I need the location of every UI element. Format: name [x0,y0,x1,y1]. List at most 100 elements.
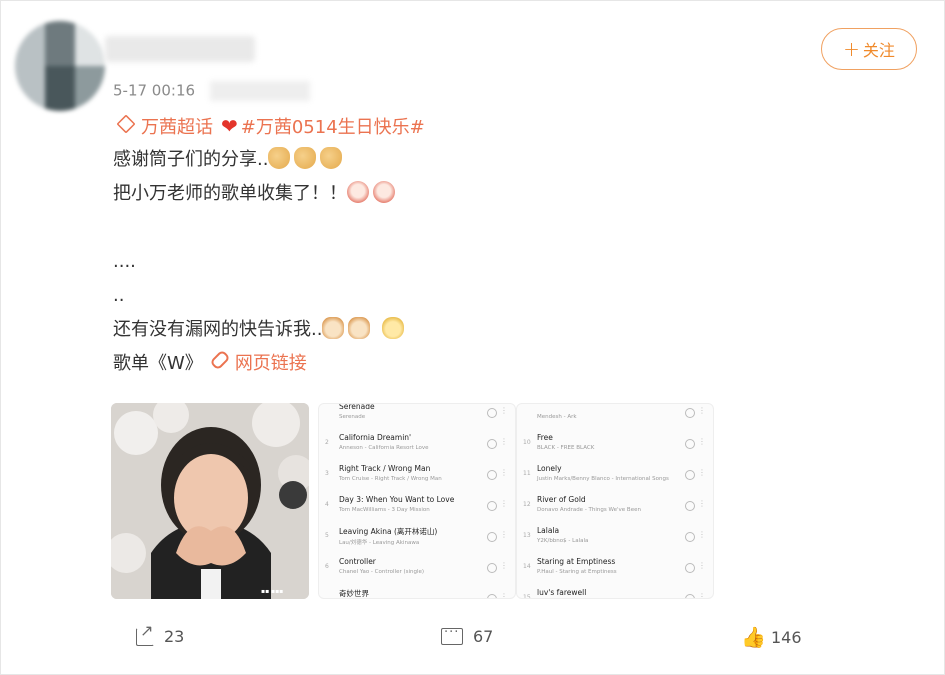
web-link[interactable]: 网页链接 [235,353,307,374]
username-blurred[interactable] [105,36,255,62]
play-icon [685,563,695,573]
text-line-5-text: 还有没有漏网的快告诉我.. [113,319,323,340]
thumbs-up-icon: 👍 [741,625,766,649]
clap-emoji-icon [294,147,317,169]
follow-label: 关注 [862,41,895,60]
cat-emoji-icon [348,317,371,339]
playlist-row: 13 Lalala Y2K/bbno$ - Lalala ⋮ [517,524,713,554]
song-number: 6 [325,563,329,570]
post-timestamp[interactable]: 5-17 00:16 [113,82,195,100]
repost-button[interactable]: 23 [136,621,184,646]
more-icon: ⋮ [500,406,508,415]
song-title: Lonely [537,464,562,473]
like-count: 146 [771,627,802,647]
topic-line: 万茜超话 ❤ #万茜0514生日快乐# [113,109,893,143]
photo-thumbnail[interactable]: ▪▪ ▪▪▪ [111,403,309,599]
song-number: 15 [523,594,531,599]
play-icon [685,408,695,418]
text-line-2-text: 把小万老师的歌单收集了！！ [113,183,347,204]
blush-emoji-icon [373,181,395,203]
song-artist: Mendesh - Ark [537,414,577,420]
song-title: Controller [339,557,376,566]
text-line-1: 感谢筒子们的分享.. [113,143,893,177]
text-line-6: 歌单《W》 网页链接 [113,347,893,381]
song-number: 3 [325,470,329,477]
supertopic-link[interactable]: 万茜超话 [141,117,213,138]
blush-emoji-icon [347,181,369,203]
playlist-row: 2 California Dreamin' Anneson - California… [319,431,515,461]
play-icon [487,408,497,418]
follow-button[interactable]: + 关注 [821,28,917,70]
playlist-row: Serenade Serenade ⋮ [319,403,515,430]
heart-icon: ❤ [221,114,238,138]
avatar[interactable] [15,21,105,111]
song-title: Staring at Emptiness [537,557,616,566]
hashtag-link[interactable]: #万茜0514生日快乐# [241,117,425,138]
song-artist: Tom Cruise - Right Track / Wrong Man [339,476,442,482]
more-icon: ⋮ [698,406,706,415]
song-artist: Tom MacWilliams - 3 Day Mission [339,507,430,513]
song-title: Day 3: When You Want to Love [339,495,455,504]
song-number: 10 [523,439,531,446]
cat-emoji-icon [322,317,345,339]
more-icon: ⋮ [698,499,706,508]
song-number: 12 [523,501,531,508]
song-title: Free [537,433,553,442]
supertopic-icon [116,114,136,134]
playlist-row: 15 luv's farewell ⋮ [517,586,713,599]
play-icon [487,594,497,598]
action-bar: 23 67 👍 146 [1,621,945,657]
song-number: 13 [523,532,531,539]
weibo-post-card: 5-17 00:16 + 关注 万茜超话 ❤ #万茜0514生日快乐# 感谢筒子们的… [0,0,945,675]
play-icon [487,470,497,480]
text-line-1-text: 感谢筒子们的分享.. [113,149,269,170]
song-number: 4 [325,501,329,508]
playlist-row: 3 Right Track / Wrong Man Tom Cruise - Rig… [319,462,515,492]
more-icon: ⋮ [698,437,706,446]
like-button[interactable]: 👍 146 [741,627,802,647]
playlist-row: 5 Leaving Akina (离开林诺山) Lau/刘德华 - Leaving … [319,524,515,554]
dog-emoji-icon [382,317,405,339]
play-icon [685,501,695,511]
song-title: Right Track / Wrong Man [339,464,431,473]
text-line-2: 把小万老师的歌单收集了！！ [113,177,893,211]
playlist-row: 10 Free BLACK - FREE BLACK ⋮ [517,431,713,461]
song-title: Serenade [339,403,375,411]
text-line-5: 还有没有漏网的快告诉我.. [113,313,893,347]
more-icon: ⋮ [500,592,508,599]
post-meta: 5-17 00:16 [113,81,310,101]
song-title: Leaving Akina (离开林诺山) [339,527,438,536]
more-icon: ⋮ [698,530,706,539]
song-title: luv's farewell [537,588,587,597]
play-icon [685,532,695,542]
more-icon: ⋮ [698,468,706,477]
play-icon [487,532,497,542]
text-line-3: .... [113,251,136,272]
heart-hands-photo: ▪▪ ▪▪▪ [111,403,309,599]
comment-button[interactable]: 67 [441,625,493,646]
comment-icon [441,625,463,645]
playlist-row: 12 River of Gold Donavo Andrade - Things W… [517,493,713,523]
song-number: 5 [325,532,329,539]
repost-icon [136,621,154,646]
text-line-4: .. [113,285,125,306]
song-title: Lalala [537,526,560,535]
post-content: 万茜超话 ❤ #万茜0514生日快乐# 感谢筒子们的分享.. 把小万老师的歌单收集了… [113,109,893,381]
playlist-screenshot-1[interactable]: Serenade Serenade ⋮ 2 California Dreamin' Ann… [318,403,516,599]
song-artist: Lau/刘德华 - Leaving Akinawa [339,540,420,546]
song-title: 奇妙世界 [339,589,369,598]
playlist-row: 4 Day 3: When You Want to Love Tom MacWill… [319,493,515,523]
svg-text:▪▪ ▪▪▪: ▪▪ ▪▪▪ [261,588,283,595]
playlist-screenshot-2[interactable]: Mendesh - Ark ⋮ 10 Free BLACK - FREE BLACK ⋮ 1… [516,403,714,599]
play-icon [685,470,695,480]
text-line-6-text: 歌单《W》 [113,353,203,374]
song-artist: Chanel Yao - Controller (single) [339,569,425,575]
playlist-row: 14 Staring at Emptiness P.Haul - Staring a… [517,555,713,585]
more-icon: ⋮ [500,468,508,477]
more-icon: ⋮ [500,530,508,539]
playlist-row: 11 Lonely Justin Marks/Benny Blanco - Inte… [517,462,713,492]
play-icon [487,439,497,449]
clap-emoji-icon [268,147,291,169]
song-number: 11 [523,470,531,477]
more-icon: ⋮ [500,561,508,570]
